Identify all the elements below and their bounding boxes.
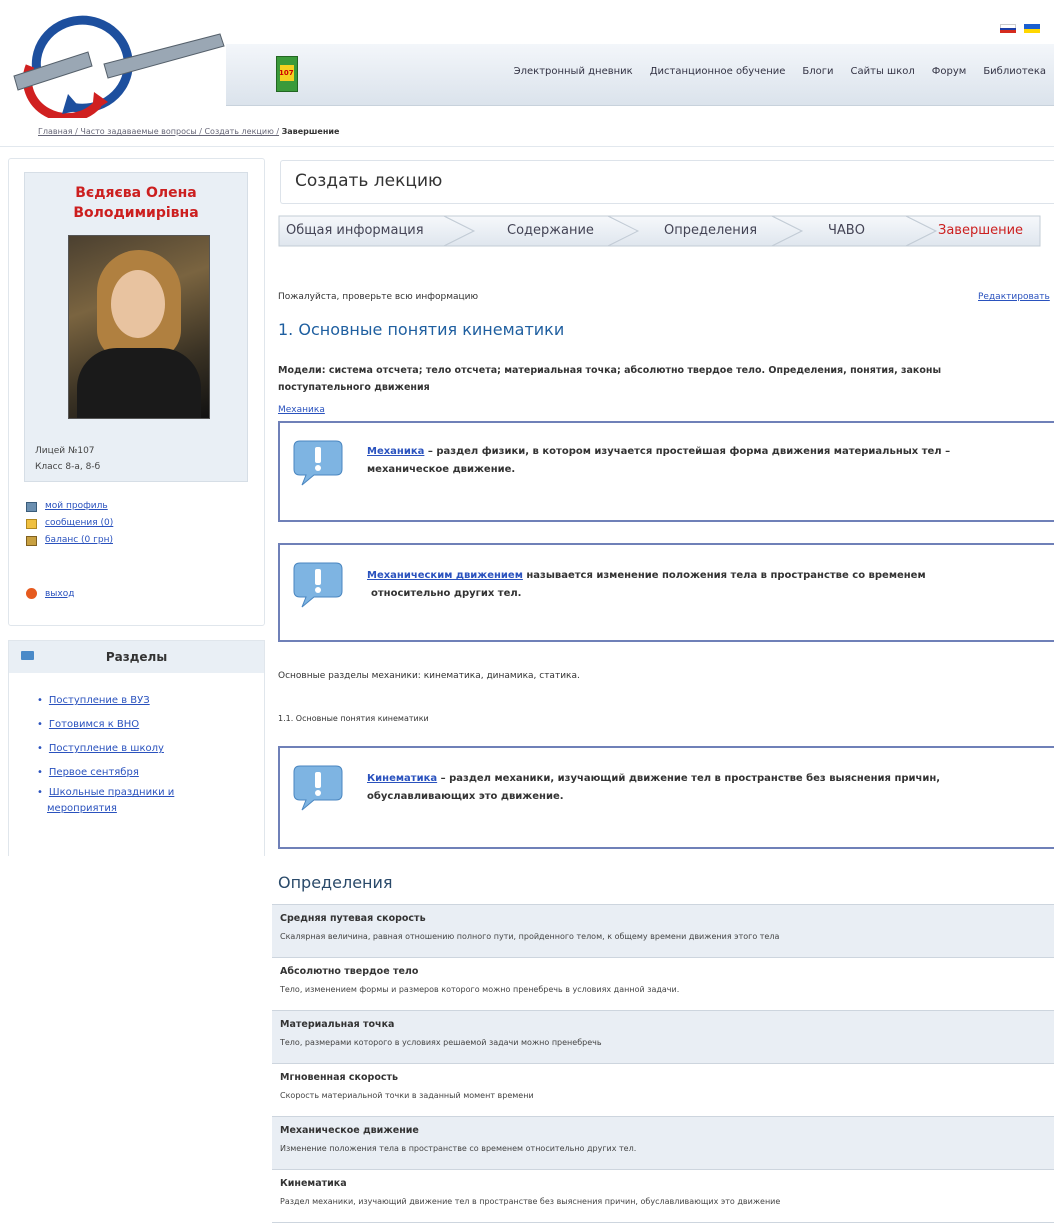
nav-electronic-diary[interactable]: Электронный дневник <box>514 66 633 77</box>
profile-school: Лицей №107 <box>35 446 95 456</box>
paragraph: Основные разделы механики: кинематика, д… <box>278 671 580 681</box>
sections-panel: Разделы Поступление в ВУЗ Готовимся к ВН… <box>8 640 265 856</box>
check-info-note: Пожалуйста, проверьте всю информацию <box>278 292 479 302</box>
step-definitions[interactable]: Определения <box>664 223 757 238</box>
section-item[interactable]: Поступление в школу <box>37 737 264 761</box>
step-general-info[interactable]: Общая информация <box>286 223 424 238</box>
nav-library[interactable]: Библиотека <box>983 66 1046 77</box>
messages-link[interactable]: сообщения (0) <box>45 515 113 532</box>
breadcrumb: Главная / Часто задаваемые вопросы / Соз… <box>0 117 1054 147</box>
site-logo[interactable] <box>8 6 228 123</box>
mechanics-link[interactable]: Механика <box>278 405 325 415</box>
step-content[interactable]: Содержание <box>507 223 594 238</box>
definition-box: Механика – раздел физики, в котором изуч… <box>278 421 1054 522</box>
main-nav: Электронный дневник Дистанционное обучен… <box>514 66 1046 77</box>
step-faq[interactable]: ЧАВО <box>828 223 865 238</box>
definitions-table: Средняя путевая скорость Скалярная величи… <box>272 904 1054 1223</box>
table-row: Механическое движение Изменение положения… <box>272 1117 1054 1170</box>
sections-list: Поступление в ВУЗ Готовимся к ВНО Поступ… <box>37 689 264 817</box>
section-item[interactable]: Школьные праздники имероприятия <box>37 785 264 817</box>
top-navigation-bar: 107 Электронный дневник Дистанционное об… <box>226 44 1054 106</box>
profile-card: Вєдяєва Олена Володимирівна Лицей №107 К… <box>24 172 248 482</box>
nav-distance-learning[interactable]: Дистанционное обучение <box>650 66 786 77</box>
wizard-steps: Общая информация Содержание Определения … <box>278 210 1042 252</box>
definition-term[interactable]: Механическим движением <box>367 570 523 581</box>
speech-bubble-icon <box>293 765 343 811</box>
profile-classes: Класс 8-а, 8-б <box>35 462 101 472</box>
definition-box: Кинематика – раздел механики, изучающий … <box>278 746 1054 849</box>
page-title: Создать лекцию <box>295 171 443 191</box>
balance-icon <box>26 535 37 546</box>
section-item[interactable]: Первое сентября <box>37 761 264 785</box>
breadcrumb-current: Завершение <box>281 127 340 136</box>
definition-box: Механическим движением называется измене… <box>278 543 1054 642</box>
profile-info: Лицей №107 Класс 8-а, 8-б <box>35 443 100 475</box>
avatar <box>68 235 210 419</box>
table-row: Мгновенная скорость Скорость материальной… <box>272 1064 1054 1117</box>
logout: выход <box>26 588 74 599</box>
subsection-heading: 1.1. Основные понятия кинематики <box>278 714 429 723</box>
nav-blogs[interactable]: Блоги <box>802 66 833 77</box>
speech-bubble-icon <box>293 562 343 608</box>
nav-forum[interactable]: Форум <box>932 66 967 77</box>
edit-link[interactable]: Редактировать <box>978 292 1054 302</box>
ru-flag-icon[interactable] <box>1000 24 1016 34</box>
language-switcher <box>1000 24 1040 34</box>
speech-bubble-icon <box>293 440 343 486</box>
logout-icon <box>26 588 37 599</box>
section-item[interactable]: Готовимся к ВНО <box>37 713 264 737</box>
profile-name: Вєдяєва Олена Володимирівна <box>73 185 199 221</box>
breadcrumb-path[interactable]: Главная / Часто задаваемые вопросы / Соз… <box>38 127 279 136</box>
ua-flag-icon[interactable] <box>1024 24 1040 33</box>
table-row: Кинематика Раздел механики, изучающий дви… <box>272 1170 1054 1223</box>
balance-link[interactable]: баланс (0 грн) <box>45 532 113 549</box>
page-title-box: Создать лекцию <box>280 160 1054 204</box>
envelope-icon <box>26 518 37 529</box>
definition-term[interactable]: Кинематика <box>367 773 437 784</box>
table-row: Абсолютно твердое тело Тело, изменением ф… <box>272 958 1054 1011</box>
definition-text: Механика – раздел физики, в котором изуч… <box>367 446 951 475</box>
logout-link[interactable]: выход <box>45 589 74 599</box>
lecture-title: 1. Основные понятия кинематики <box>278 320 565 339</box>
my-profile-link[interactable]: мой профиль <box>45 498 108 515</box>
book-icon[interactable]: 107 <box>276 56 298 92</box>
table-row: Материальная точка Тело, размерами которо… <box>272 1011 1054 1064</box>
definitions-title: Определения <box>278 873 393 892</box>
step-completion[interactable]: Завершение <box>938 223 1023 238</box>
sections-title: Разделы <box>105 650 168 664</box>
definition-text: Кинематика – раздел механики, изучающий … <box>367 773 941 802</box>
sections-header: Разделы <box>9 641 264 673</box>
user-links: мой профиль сообщения (0) баланс (0 грн) <box>26 498 113 549</box>
nav-school-sites[interactable]: Сайты школ <box>851 66 915 77</box>
definition-text: Механическим движением называется измене… <box>367 570 926 599</box>
definition-term[interactable]: Механика <box>367 446 424 457</box>
profile-icon <box>26 501 37 512</box>
table-row: Средняя путевая скорость Скалярная величи… <box>272 905 1054 958</box>
lecture-subtitle: Модели: система отсчета; тело отсчета; м… <box>278 365 942 393</box>
section-item[interactable]: Поступление в ВУЗ <box>37 689 264 713</box>
